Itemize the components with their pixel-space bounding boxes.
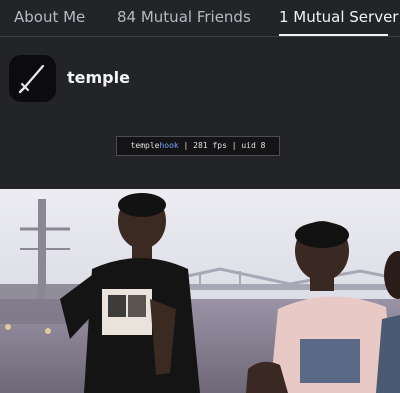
active-tab-indicator <box>279 34 388 36</box>
mutual-server-item[interactable]: temple <box>0 50 400 110</box>
sword-icon <box>18 64 45 94</box>
tab-mutual-friends[interactable]: 84 Mutual Friends <box>117 8 251 26</box>
tab-mutual-servers[interactable]: 1 Mutual Server <box>279 8 398 26</box>
profile-tabs: About Me 84 Mutual Friends 1 Mutual Serv… <box>0 0 400 37</box>
hud-stats: | 281 fps | uid 8 <box>178 141 266 150</box>
server-name: temple <box>67 68 130 87</box>
hud-overlay: templehook | 281 fps | uid 8 <box>116 136 280 156</box>
hud-accent: hook <box>159 141 179 150</box>
tab-about-me[interactable]: About Me <box>14 8 85 26</box>
hud-prefix: temple <box>130 141 160 150</box>
server-icon[interactable] <box>9 55 56 102</box>
gif-image <box>0 189 400 393</box>
gif-scene <box>0 189 400 393</box>
